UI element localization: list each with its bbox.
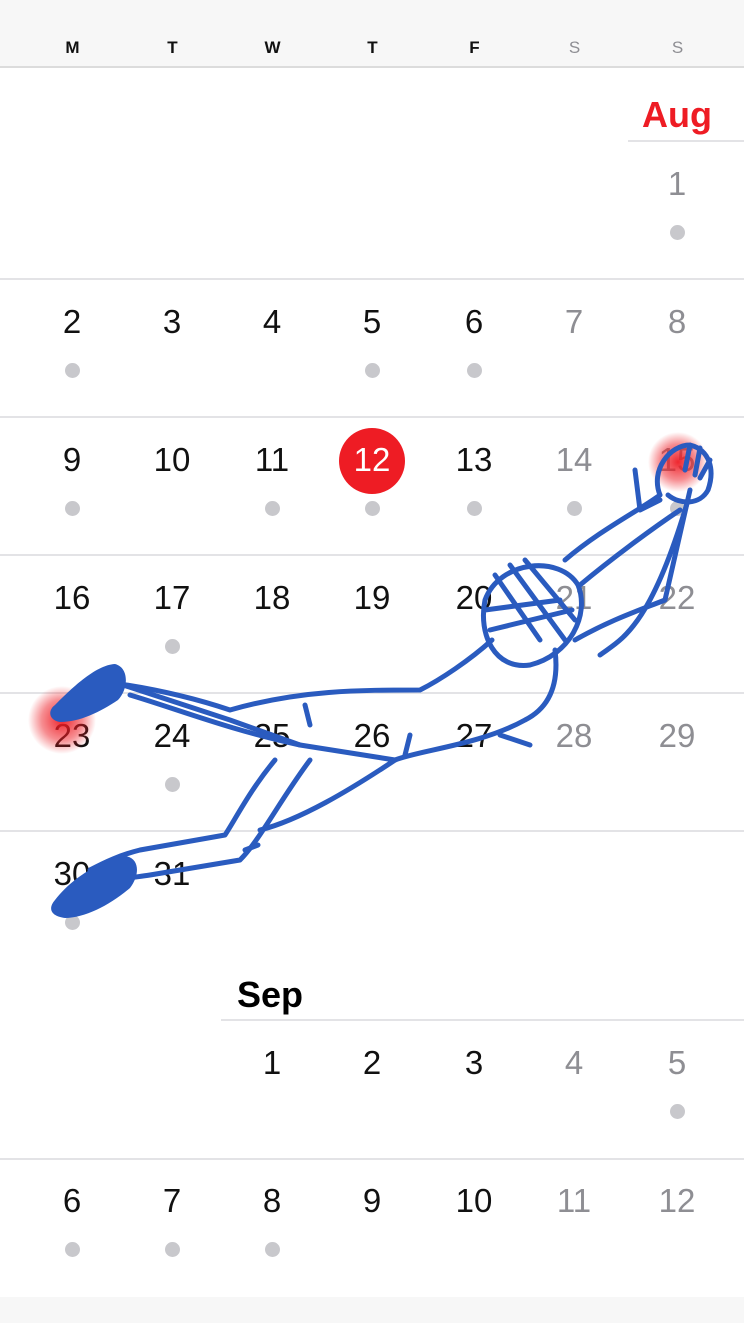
hand-drawn-figure-overlay (28, 432, 714, 918)
figure-head (481, 557, 584, 668)
figure-torso (117, 637, 495, 713)
figure-leg-upper (117, 681, 398, 763)
day-cell[interactable]: 12 (327, 440, 417, 480)
